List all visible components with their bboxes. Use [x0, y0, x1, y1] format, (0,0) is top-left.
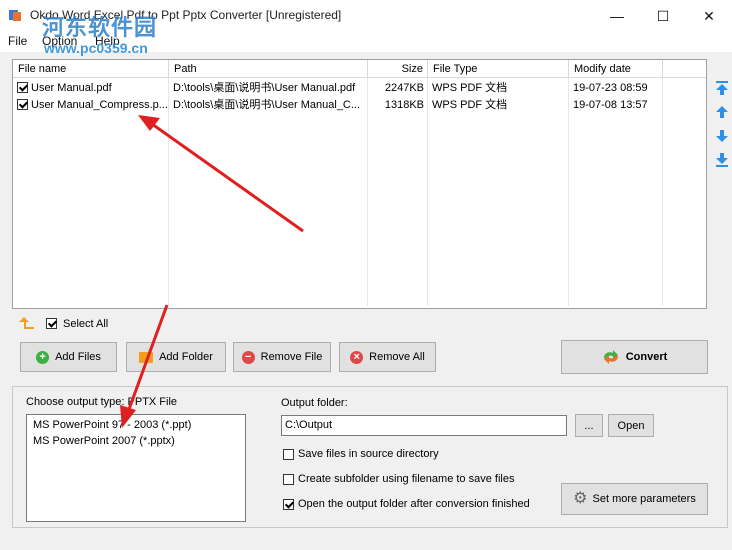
remove-file-button[interactable]: − Remove File — [233, 342, 331, 372]
browse-button[interactable]: ... — [575, 414, 603, 437]
save-in-source-label: Save files in source directory — [298, 448, 439, 460]
watermark-url: www.pc0359.cn — [44, 40, 148, 56]
cell-path: D:\tools\桌面\说明书\User Manual_C... — [173, 99, 361, 111]
save-in-source-checkbox[interactable] — [283, 449, 294, 460]
remove-all-button[interactable]: × Remove All — [339, 342, 436, 372]
cell-file-name: User Manual_Compress.p... — [31, 99, 168, 111]
output-folder-label: Output folder: — [281, 397, 348, 409]
row-checkbox[interactable] — [17, 82, 28, 93]
output-type-option-ppt[interactable]: MS PowerPoint 97 - 2003 (*.ppt) — [33, 419, 191, 431]
up-folder-icon[interactable] — [18, 316, 36, 330]
column-header-file-name[interactable]: File name — [13, 60, 169, 78]
cell-size: 2247KB — [384, 82, 424, 94]
cell-modify-date: 19-07-08 13:57 — [573, 99, 648, 111]
output-type-option-pptx[interactable]: MS PowerPoint 2007 (*.pptx) — [33, 435, 175, 447]
cell-file-type: WPS PDF 文档 — [432, 82, 508, 94]
open-after-checkbox[interactable] — [283, 499, 294, 510]
convert-label: Convert — [625, 351, 668, 363]
folder-icon — [139, 351, 154, 363]
cell-size: 1318KB — [384, 99, 424, 111]
open-folder-button[interactable]: Open — [608, 414, 654, 437]
move-down-icon[interactable] — [714, 128, 730, 144]
add-folder-label: Add Folder — [159, 351, 213, 363]
select-all-label: Select All — [63, 318, 109, 330]
watermark-text: 河东软件园 — [42, 16, 158, 41]
column-header-path[interactable]: Path — [169, 60, 368, 78]
column-header-file-type[interactable]: File Type — [428, 60, 569, 78]
app-icon — [9, 10, 21, 21]
remove-all-label: Remove All — [369, 351, 425, 363]
remove-file-label: Remove File — [260, 351, 323, 363]
row-checkbox[interactable] — [17, 99, 28, 110]
move-bottom-icon[interactable] — [714, 152, 730, 168]
select-all-check[interactable] — [46, 318, 57, 329]
cell-path: D:\tools\桌面\说明书\User Manual.pdf — [173, 82, 356, 94]
add-files-label: Add Files — [55, 351, 101, 363]
column-header-modify-date[interactable]: Modify date — [569, 60, 663, 78]
file-list[interactable]: File name Path Size File Type Modify dat… — [12, 59, 707, 309]
table-row[interactable]: User Manual_Compress.p... — [13, 97, 169, 114]
close-button[interactable]: ✕ — [686, 0, 732, 32]
menu-file[interactable]: File — [8, 34, 27, 48]
column-header-filler — [663, 60, 706, 78]
convert-button[interactable]: Convert — [561, 340, 708, 374]
cell-file-name: User Manual.pdf — [31, 82, 112, 94]
create-subfolder-label: Create subfolder using filename to save … — [298, 473, 515, 485]
output-type-listbox[interactable]: MS PowerPoint 97 - 2003 (*.ppt) MS Power… — [26, 414, 246, 522]
convert-icon — [603, 350, 618, 364]
gear-icon: ⚙ — [573, 490, 588, 507]
minimize-button[interactable]: — — [594, 0, 640, 32]
column-header-size[interactable]: Size — [368, 60, 428, 78]
output-folder-input[interactable]: C:\Output — [281, 415, 567, 436]
move-top-icon[interactable] — [714, 80, 730, 96]
add-files-button[interactable]: + Add Files — [20, 342, 117, 372]
add-folder-button[interactable]: Add Folder — [126, 342, 226, 372]
remove-all-icon: × — [350, 350, 364, 364]
maximize-button[interactable]: ☐ — [640, 0, 686, 32]
set-more-parameters-button[interactable]: ⚙ Set more parameters — [561, 483, 708, 515]
set-params-label: Set more parameters — [592, 493, 696, 505]
open-after-label: Open the output folder after conversion … — [298, 498, 530, 510]
cell-file-type: WPS PDF 文档 — [432, 99, 508, 111]
add-icon: + — [36, 350, 50, 364]
remove-icon: − — [241, 350, 255, 364]
move-up-icon[interactable] — [714, 104, 730, 120]
output-type-label: Choose output type: PPTX File — [26, 396, 178, 408]
cell-modify-date: 19-07-23 08:59 — [573, 82, 648, 94]
table-row[interactable]: User Manual.pdf — [13, 80, 169, 97]
select-all-checkbox[interactable] — [46, 318, 60, 330]
create-subfolder-checkbox[interactable] — [283, 474, 294, 485]
